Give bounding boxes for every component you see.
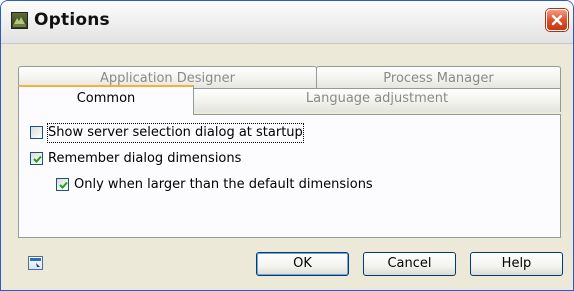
window-title: Options [34,10,110,30]
tab-common[interactable]: Common [18,85,194,115]
cancel-button[interactable]: Cancel [363,252,456,276]
checkbox-box[interactable] [56,178,69,191]
checkbox-box[interactable] [30,152,43,165]
window-hint-icon[interactable] [28,256,43,270]
help-button[interactable]: Help [470,252,563,276]
dialog-body: Application Designer Process Manager Lan… [1,44,573,290]
title-bar[interactable]: Options [1,1,573,44]
options-dialog: Options Application Designer Process Man… [0,0,574,291]
checkbox-label: Remember dialog dimensions [48,151,242,166]
tab-process-manager[interactable]: Process Manager [316,66,561,89]
checkbox-label: Show server selection dialog at startup [47,123,304,143]
tab-language-adjustment[interactable]: Language adjustment [193,88,561,112]
close-button[interactable] [546,9,568,31]
checkmark-icon [59,181,68,189]
tab-panel-common: Show server selection dialog at startup … [18,114,561,238]
checkbox-box[interactable] [30,126,43,139]
app-icon [11,12,28,29]
checkmark-icon [33,155,42,163]
ok-button[interactable]: OK [256,252,349,276]
checkbox-label: Only when larger than the default dimens… [74,177,373,192]
close-icon [551,14,563,26]
